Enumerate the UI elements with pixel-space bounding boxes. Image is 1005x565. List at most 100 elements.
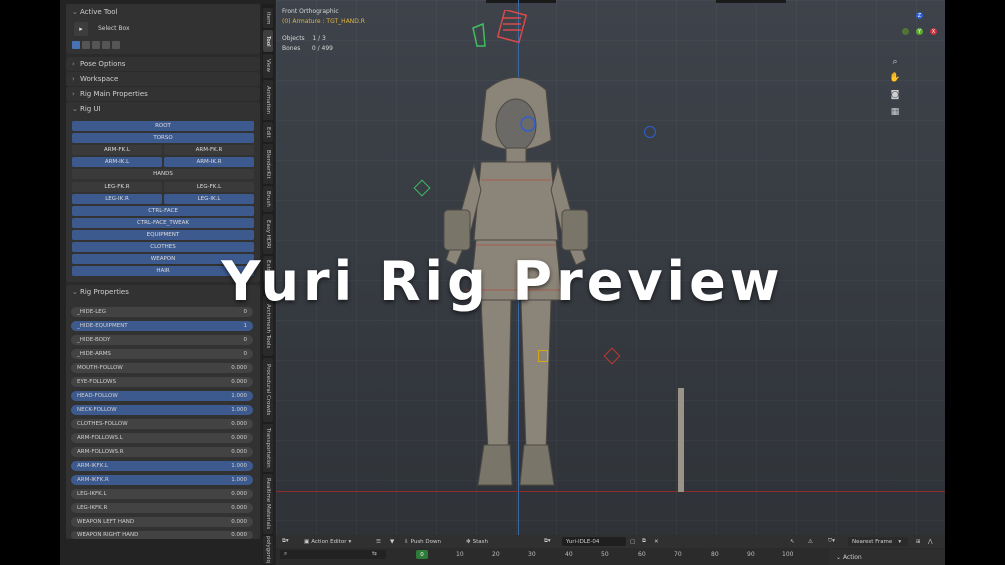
bone-control-widget[interactable] xyxy=(644,126,656,138)
tab-tool[interactable]: Tool xyxy=(263,30,273,52)
torso-button[interactable]: TORSO xyxy=(72,133,254,143)
prop-label: LEG-IKFK.R xyxy=(77,505,108,511)
tab-edit[interactable]: Edit xyxy=(263,122,273,142)
prop-weapon-left-hand[interactable]: WEAPON LEFT HAND 0.000 xyxy=(71,517,253,527)
rig-main-properties-label: Rig Main Properties xyxy=(80,90,148,98)
leg-ik-r-button[interactable]: LEG-IK.R xyxy=(72,194,162,204)
prop-mouth-follow[interactable]: MOUTH-FOLLOW 0.000 xyxy=(71,363,253,373)
prop-label: WEAPON LEFT HAND xyxy=(77,519,135,525)
zoom-icon[interactable]: ⌕ xyxy=(889,56,901,68)
arm-fk-r-button[interactable]: ARM-FK.R xyxy=(164,145,254,155)
rig-ui-header[interactable]: ⌄ Rig UI xyxy=(66,102,260,116)
tab-procedural-crowds[interactable]: Procedural Crowds xyxy=(263,358,273,422)
mode-intersect-icon[interactable] xyxy=(112,41,120,49)
prop-clothes-follow[interactable]: CLOTHES-FOLLOW 0.000 xyxy=(71,419,253,429)
leg-fk-r-button[interactable]: LEG-FK.R xyxy=(72,182,162,192)
select-box-tool-icon[interactable]: ▸ xyxy=(74,22,88,36)
prop-hide-equipment[interactable]: _HIDE-EQUIPMENT 1 xyxy=(71,321,253,331)
tab-view[interactable]: View xyxy=(263,54,273,78)
mode-subtract-icon[interactable] xyxy=(92,41,100,49)
active-tool-title: Active Tool xyxy=(80,8,118,16)
filter-icon[interactable]: ⛉▾ xyxy=(828,538,835,545)
curve-icon[interactable]: ⋀ xyxy=(928,539,933,545)
leg-ik-l-button[interactable]: LEG-IK.L xyxy=(164,194,254,204)
action-duplicate-icon[interactable]: ⧉ xyxy=(642,538,646,545)
prop-arm-follows-l[interactable]: ARM-FOLLOWS.L 0.000 xyxy=(71,433,253,443)
grid-view-icon[interactable]: ▦ xyxy=(889,106,901,118)
prop-head-follow[interactable]: HEAD-FOLLOW 1.000 xyxy=(71,391,253,401)
prop-label: _HIDE-EQUIPMENT xyxy=(77,323,128,329)
action-name-field[interactable]: Yuri-IDLE-04 xyxy=(562,537,626,546)
snap-mode-dropdown[interactable]: Nearest Frame ▾ xyxy=(848,537,908,546)
weapon-pole[interactable] xyxy=(678,388,684,492)
snap-icon[interactable]: ↖ xyxy=(790,539,795,545)
tab-brush[interactable]: Brush xyxy=(263,186,273,212)
prop-value: 0.000 xyxy=(231,519,247,525)
action-fake-user-icon[interactable]: ▢ xyxy=(630,539,635,545)
proportional-icon[interactable]: ⊞ xyxy=(916,539,921,545)
arm-fk-l-button[interactable]: ARM-FK.L xyxy=(72,145,162,155)
prop-leg-ikfk-l[interactable]: LEG-IKFK.L 0.000 xyxy=(71,489,253,499)
active-tool-section: ⌄ Active Tool ▸ Select Box xyxy=(66,4,260,54)
mode-new-icon[interactable] xyxy=(72,41,80,49)
tab-transportation[interactable]: Transportation xyxy=(263,424,273,472)
camera-icon[interactable]: ◙ xyxy=(889,89,901,101)
prop-hide-body[interactable]: _HIDE-BODY 0 xyxy=(71,335,253,345)
root-button[interactable]: ROOT xyxy=(72,121,254,131)
frame-tick: 60 xyxy=(638,551,646,558)
channel-search-input[interactable]: ⌕ xyxy=(280,550,386,559)
tab-blenderkit[interactable]: BlenderKit xyxy=(263,144,273,184)
prop-hide-arms[interactable]: _HIDE-ARMS 0 xyxy=(71,349,253,359)
view-menu-icon[interactable]: ☰ xyxy=(376,539,381,545)
prop-arm-ikfk-l[interactable]: ARM-IKFK.L 1.000 xyxy=(71,461,253,471)
mode-extend-icon[interactable] xyxy=(82,41,90,49)
tab-item[interactable]: Item xyxy=(263,8,273,28)
action-browse-icon[interactable]: ⧉▾ xyxy=(544,538,551,545)
arm-ik-r-button[interactable]: ARM-IK.R xyxy=(164,157,254,167)
pan-hand-icon[interactable]: ✋ xyxy=(889,72,901,84)
workspace-section[interactable]: › Workspace xyxy=(66,72,260,86)
bone-control-widget[interactable] xyxy=(538,350,548,362)
ctrl-face-button[interactable]: CTRL-FACE xyxy=(72,206,254,216)
arm-ik-l-button[interactable]: ARM-IK.L xyxy=(72,157,162,167)
gizmo-z[interactable]: Z xyxy=(916,12,923,19)
mode-dropdown[interactable]: ▣ Action Editor ▾ xyxy=(304,539,351,545)
prop-weapon-right-hand[interactable]: WEAPON RIGHT HAND 0.000 xyxy=(71,531,253,539)
filter-menu-icon[interactable]: ▼ xyxy=(390,539,394,545)
prop-arm-follows-r[interactable]: ARM-FOLLOWS.R 0.000 xyxy=(71,447,253,457)
ctrl-face-tweak-button[interactable]: CTRL-FACE_TWEAK xyxy=(72,218,254,228)
prop-arm-ikfk-r[interactable]: ARM-IKFK.R 1.000 xyxy=(71,475,253,485)
tab-polygoniq[interactable]: polygoniq xyxy=(263,536,273,564)
prop-leg-ikfk-r[interactable]: LEG-IKFK.R 0.000 xyxy=(71,503,253,513)
frame-tick: 90 xyxy=(747,551,755,558)
rig-main-properties-section[interactable]: › Rig Main Properties xyxy=(66,87,260,101)
hands-button[interactable]: HANDS xyxy=(72,169,254,179)
editor-type-dropdown[interactable]: ⧉▾ xyxy=(282,538,289,545)
action-side-panel[interactable]: ⌄ Action xyxy=(830,549,945,565)
frame-tick: 80 xyxy=(711,551,719,558)
push-down-button[interactable]: ⇩ Push Down xyxy=(404,539,441,545)
active-tool-header[interactable]: ⌄ Active Tool xyxy=(66,4,260,20)
marker-icon[interactable]: ⚠ xyxy=(808,539,813,545)
prop-eye-follows[interactable]: EYE-FOLLOWS 0.000 xyxy=(71,377,253,387)
bone-control-widget[interactable] xyxy=(471,10,531,50)
prop-neck-follow[interactable]: NECK-FOLLOW 1.000 xyxy=(71,405,253,415)
leg-fk-l-button[interactable]: LEG-FK.L xyxy=(164,182,254,192)
tab-animation[interactable]: Animation xyxy=(263,80,273,120)
tab-realtime-materials[interactable]: Realtime Materials xyxy=(263,474,273,534)
pose-options-section[interactable]: › Pose Options xyxy=(66,57,260,71)
viewport-header-segment xyxy=(716,0,786,3)
swap-icon[interactable]: ⇆ xyxy=(372,550,377,557)
mode-invert-icon[interactable] xyxy=(102,41,110,49)
current-frame-indicator[interactable]: 0 xyxy=(416,550,428,559)
axis-gizmo[interactable]: Z X Y xyxy=(898,6,942,50)
stash-button[interactable]: ✻ Stash xyxy=(466,539,488,545)
tab-easy-hdri[interactable]: Easy HDRI xyxy=(263,214,273,254)
gizmo-x[interactable]: X xyxy=(930,28,937,35)
equipment-button[interactable]: EQUIPMENT xyxy=(72,230,254,240)
gizmo-neg-y[interactable] xyxy=(902,28,909,35)
prop-value: 0 xyxy=(243,337,248,343)
action-unlink-icon[interactable]: ✕ xyxy=(654,539,659,545)
gizmo-y[interactable]: Y xyxy=(916,28,923,35)
prop-label: _HIDE-BODY xyxy=(77,337,111,343)
